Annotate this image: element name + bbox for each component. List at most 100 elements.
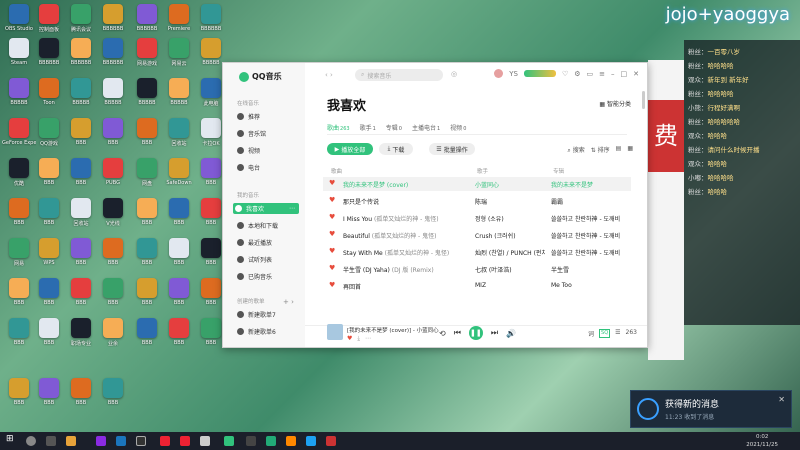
maximize-icon[interactable]: □	[621, 70, 628, 78]
desktop-icon[interactable]: BBB	[130, 318, 164, 352]
desktop-icon[interactable]: BBB	[32, 318, 66, 352]
desktop-icon[interactable]: 网易	[2, 238, 36, 272]
system-clock[interactable]: 0:02 2021/11/25	[746, 433, 778, 449]
list-search-button[interactable]: ⌕ 搜索	[567, 145, 584, 155]
desktop-icon[interactable]: BBB	[64, 278, 98, 312]
menu-icon[interactable]: ≡	[599, 70, 605, 78]
song-album[interactable]: 霸霸	[551, 197, 627, 206]
desktop-icon[interactable]: 腾讯会议	[64, 4, 98, 38]
desktop-icon[interactable]: BBB	[32, 158, 66, 192]
table-row[interactable]: ♥ 再回首 MIZ Me Too	[323, 279, 631, 293]
desktop-icon[interactable]: BBBBB	[2, 78, 36, 112]
desktop-icon[interactable]: WPS	[32, 238, 66, 272]
desktop-icon[interactable]: BBB	[130, 238, 164, 272]
desktop-icon[interactable]: BBBBBB	[194, 4, 228, 38]
playlist-icon[interactable]: ☰	[615, 329, 620, 338]
desktop-icon[interactable]: BBBBBB	[64, 38, 98, 72]
notification-close-icon[interactable]: ✕	[778, 395, 785, 404]
desktop-icon[interactable]: BBB	[2, 198, 36, 232]
song-singer[interactable]: 灿烈 (찬열) / PUNCH (펀치)	[475, 248, 545, 257]
app-icon-4[interactable]	[246, 436, 256, 446]
desktop-icon[interactable]: 回收站	[162, 118, 196, 152]
table-row[interactable]: ♥ 我的未来不是梦 (cover) 小蓝同心 我的未来不是梦	[323, 177, 631, 191]
start-icon[interactable]: ⊞	[6, 434, 16, 444]
lyrics-icon[interactable]: 词	[588, 329, 594, 338]
prev-icon[interactable]: ⏮	[454, 328, 461, 338]
desktop-icon[interactable]: PUBG	[96, 158, 130, 192]
add-playlist-icon[interactable]: + ›	[283, 298, 294, 306]
sidebar-item-my-0[interactable]: 我喜欢 ⋯	[233, 203, 299, 214]
more-icon[interactable]: ⋯	[365, 335, 371, 343]
desktop-icon[interactable]: 职场专业	[64, 318, 98, 352]
song-album[interactable]: 쓸쓸하고 찬란하神 - 도깨비	[551, 214, 627, 223]
desktop-icon[interactable]: Steam	[2, 38, 36, 72]
desktop-icon[interactable]: BBB	[162, 318, 196, 352]
desktop-icon[interactable]: BBB	[32, 198, 66, 232]
song-singer[interactable]: 小蓝同心	[475, 180, 545, 189]
album-cover[interactable]	[327, 324, 343, 340]
desktop-icon[interactable]: BBB	[96, 278, 130, 312]
song-album[interactable]: 我的未来不是梦	[551, 180, 627, 189]
table-row[interactable]: ♥ 半生雪 (DJ Yaha) (DJ 版 (Remix) 七叔 (叶泽浩) 半生雪	[323, 262, 631, 276]
desktop-icon[interactable]: BBB	[96, 118, 130, 152]
desktop-icon[interactable]: GeForce Experience	[2, 118, 36, 152]
app-icon-5[interactable]	[266, 436, 276, 446]
app-icon-2[interactable]	[180, 436, 190, 446]
skin-icon[interactable]: ♡	[562, 70, 568, 78]
mini-mode-icon[interactable]: ▭	[587, 70, 594, 78]
app-icon-7[interactable]	[306, 436, 316, 446]
like-icon[interactable]: ♥	[347, 335, 352, 343]
like-heart-icon[interactable]: ♥	[329, 213, 335, 221]
app-icon[interactable]	[160, 436, 170, 446]
desktop-icon[interactable]: BBBBBB	[96, 4, 130, 38]
desktop-icon[interactable]: BBB	[2, 318, 36, 352]
desktop-icon[interactable]: 网盘	[130, 158, 164, 192]
sort-button[interactable]: ⇅ 排序	[591, 145, 610, 155]
sidebar-item-online-2[interactable]: 视频	[235, 145, 301, 156]
search-taskbar-icon[interactable]	[26, 436, 36, 446]
sidebar-item-created-0[interactable]: 新建歌单7	[235, 309, 301, 320]
more-icon[interactable]: ⋯	[289, 205, 295, 212]
desktop-icon[interactable]: BBB	[162, 198, 196, 232]
desktop-icon[interactable]: BBB	[130, 278, 164, 312]
user-name[interactable]: YS	[509, 70, 518, 78]
like-heart-icon[interactable]: ♥	[329, 247, 335, 255]
like-heart-icon[interactable]: ♥	[329, 264, 335, 272]
sidebar-item-my-1[interactable]: 本地和下载	[235, 220, 301, 231]
song-album[interactable]: 半生雪	[551, 265, 627, 274]
smart-classify-button[interactable]: ▦ 智能分类	[599, 99, 631, 108]
desktop-icon[interactable]: QQ游戏	[32, 118, 66, 152]
now-playing-title[interactable]: [我的未来不是梦 (cover)] - 小蓝同心	[347, 326, 439, 334]
desktop-icon[interactable]: BBB	[2, 378, 36, 412]
desktop-icon[interactable]: BBB	[32, 278, 66, 312]
quality-badge[interactable]: SQ	[599, 329, 611, 338]
qq-music-taskbar-icon[interactable]	[224, 436, 234, 446]
desktop-icon[interactable]: OBS Studio	[2, 4, 36, 38]
settings-icon[interactable]: ⚙	[574, 70, 580, 78]
table-row[interactable]: ♥ 那只是个传说 陈瑞 霸霸	[323, 194, 631, 208]
search-input[interactable]: ⌕ 搜索音乐	[355, 69, 443, 81]
voice-search-icon[interactable]: ◎	[451, 70, 457, 78]
desktop-icon[interactable]: BBBBB	[64, 78, 98, 112]
app-logo[interactable]: QQ音乐	[239, 71, 282, 82]
volume-icon[interactable]: 🔊	[506, 329, 516, 338]
download-button[interactable]: ⤓ 下载	[379, 143, 413, 155]
desktop-icon[interactable]: BBB	[64, 378, 98, 412]
next-icon[interactable]: ⏭	[491, 328, 498, 338]
steam-icon[interactable]	[116, 436, 126, 446]
song-singer[interactable]: MIZ	[475, 282, 545, 289]
loop-icon[interactable]: ⟲	[439, 329, 446, 338]
desktop-icon[interactable]: BBB	[162, 278, 196, 312]
desktop-icon[interactable]: Toon	[32, 78, 66, 112]
premiere-icon[interactable]	[96, 436, 106, 446]
desktop-icon[interactable]: BBB	[64, 158, 98, 192]
desktop-icon[interactable]: BBBBBB	[32, 38, 66, 72]
desktop-icon[interactable]: 优酷	[2, 158, 36, 192]
nav-arrows[interactable]: ‹ ›	[325, 71, 333, 79]
song-singer[interactable]: 陈瑞	[475, 197, 545, 206]
sidebar-item-my-2[interactable]: 最近播放	[235, 237, 301, 248]
song-singer[interactable]: Crush (크러쉬)	[475, 231, 545, 240]
like-heart-icon[interactable]: ♥	[329, 230, 335, 238]
explorer-icon[interactable]	[66, 436, 76, 446]
desktop-icon[interactable]: BBB	[130, 198, 164, 232]
